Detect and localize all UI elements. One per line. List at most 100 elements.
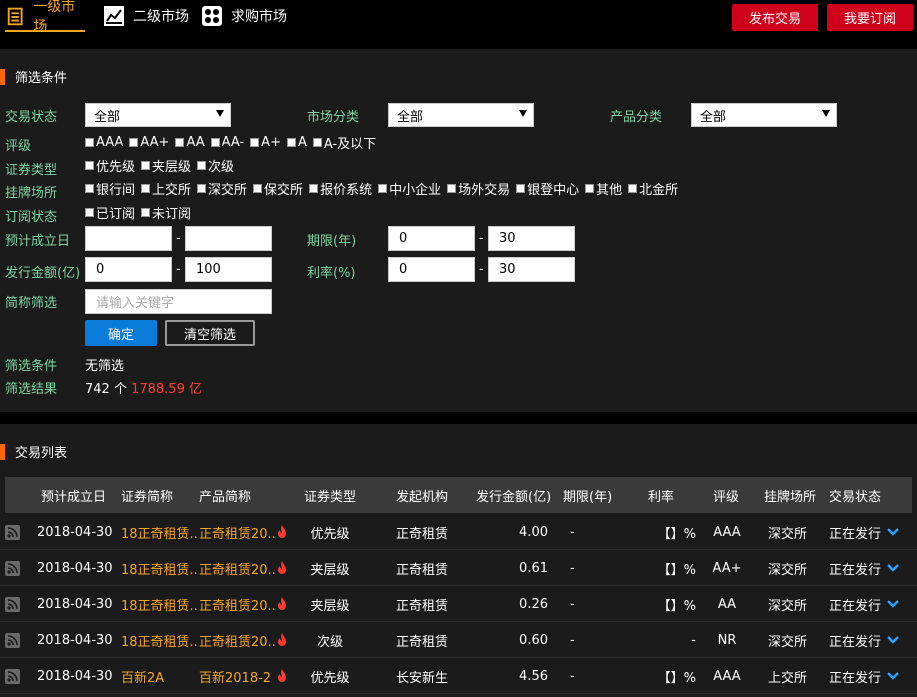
publish-trade-button[interactable]: 发布交易 bbox=[732, 4, 818, 31]
clear-filters-button[interactable]: 清空筛选 bbox=[165, 320, 255, 346]
market-category-select[interactable]: 全部 bbox=[388, 103, 534, 127]
confirm-button[interactable]: 确定 bbox=[85, 320, 157, 346]
col-header-product[interactable]: 产品简称 bbox=[199, 477, 251, 513]
checkbox[interactable] bbox=[85, 138, 94, 147]
checkbox[interactable] bbox=[286, 138, 296, 147]
amount-label: 发行金额(亿) bbox=[5, 266, 81, 281]
cell-security[interactable]: 18正奇租赁... bbox=[121, 514, 199, 550]
rss-icon[interactable] bbox=[5, 561, 20, 576]
checkbox[interactable] bbox=[85, 161, 94, 170]
checkbox[interactable] bbox=[197, 161, 207, 170]
cell-product[interactable]: 正奇租赁20... bbox=[199, 550, 275, 586]
venue-option[interactable]: 银登中心 bbox=[516, 179, 579, 198]
table-row[interactable]: 2018-04-30 18正奇租赁... 正奇租赁20... 夹层级 正奇租赁 0.26 -… bbox=[0, 586, 917, 622]
checkbox[interactable] bbox=[141, 161, 151, 170]
table-row[interactable]: 2018-04-30 百新2A 百新2018-2 优先级 长安新生 4.56 - 【】% AAA… bbox=[0, 658, 917, 694]
chevron-down-icon[interactable] bbox=[887, 526, 899, 541]
venue-option[interactable]: 北金所 bbox=[628, 179, 678, 198]
checkbox[interactable] bbox=[309, 184, 319, 193]
tab-purchase-market[interactable]: 求购市场 bbox=[201, 0, 287, 32]
col-header-amount[interactable]: 发行金额(亿) bbox=[476, 477, 551, 513]
checkbox[interactable] bbox=[197, 184, 207, 193]
term-from-input[interactable]: 0 bbox=[388, 226, 475, 251]
rating-option[interactable]: AA bbox=[175, 135, 205, 150]
rate-to-input[interactable]: 30 bbox=[488, 257, 575, 282]
col-header-rate[interactable]: 利率 bbox=[648, 477, 674, 513]
cell-product[interactable]: 正奇租赁20... bbox=[199, 622, 275, 658]
col-header-status[interactable]: 交易状态 bbox=[829, 477, 881, 513]
rate-from-input[interactable]: 0 bbox=[388, 257, 475, 282]
cell-security[interactable]: 18正奇租赁... bbox=[121, 550, 199, 586]
col-header-issuer[interactable]: 发起机构 bbox=[396, 477, 448, 513]
checkbox[interactable] bbox=[250, 138, 260, 147]
rss-icon[interactable] bbox=[5, 669, 20, 684]
chevron-down-icon[interactable] bbox=[887, 562, 899, 577]
checkbox[interactable] bbox=[129, 138, 139, 147]
checkbox[interactable] bbox=[85, 184, 94, 193]
rating-option[interactable]: AA+ bbox=[129, 135, 169, 150]
rss-icon[interactable] bbox=[5, 633, 20, 648]
rating-option[interactable]: A+ bbox=[250, 135, 281, 150]
checkbox[interactable] bbox=[378, 184, 388, 193]
venue-option[interactable]: 深交所 bbox=[197, 179, 247, 198]
venue-option[interactable]: 中小企业 bbox=[378, 179, 441, 198]
cell-product[interactable]: 正奇租赁20... bbox=[199, 514, 275, 550]
venue-option[interactable]: 保交所 bbox=[253, 179, 303, 198]
subscription-option[interactable]: 未订阅 bbox=[141, 203, 191, 222]
cell-product[interactable]: 正奇租赁20... bbox=[199, 586, 275, 622]
rss-icon[interactable] bbox=[5, 597, 20, 612]
expected-date-from-input[interactable] bbox=[85, 226, 172, 251]
chevron-down-icon[interactable] bbox=[887, 670, 899, 685]
amount-from-input[interactable]: 0 bbox=[85, 257, 172, 282]
checkbox[interactable] bbox=[516, 184, 526, 193]
security-type-option[interactable]: 夹层级 bbox=[141, 156, 191, 175]
amount-to-input[interactable]: 100 bbox=[185, 257, 272, 282]
cell-security[interactable]: 18正奇租赁... bbox=[121, 586, 199, 622]
expected-date-to-input[interactable] bbox=[185, 226, 272, 251]
checkbox[interactable] bbox=[585, 184, 595, 193]
rating-option[interactable]: A bbox=[286, 135, 307, 150]
rss-icon[interactable] bbox=[5, 525, 20, 540]
name-filter-input[interactable]: 请输入关键字 bbox=[85, 289, 272, 314]
product-category-select[interactable]: 全部 bbox=[691, 103, 837, 127]
checkbox[interactable] bbox=[447, 184, 457, 193]
venue-option[interactable]: 场外交易 bbox=[447, 179, 510, 198]
chevron-down-icon[interactable] bbox=[887, 634, 899, 649]
trade-status-select[interactable]: 全部 bbox=[85, 103, 231, 127]
rating-option[interactable]: AA- bbox=[210, 135, 244, 150]
venue-option[interactable]: 报价系统 bbox=[309, 179, 372, 198]
checkbox[interactable] bbox=[628, 184, 638, 193]
cell-security[interactable]: 18正奇租赁... bbox=[121, 622, 199, 658]
checkbox[interactable] bbox=[312, 138, 322, 147]
checkbox[interactable] bbox=[175, 138, 185, 147]
checkbox[interactable] bbox=[210, 138, 220, 147]
security-type-option[interactable]: 次级 bbox=[197, 156, 234, 175]
cell-security[interactable]: 百新2A bbox=[121, 658, 199, 694]
chevron-down-icon[interactable] bbox=[887, 598, 899, 613]
col-header-security[interactable]: 证券简称 bbox=[121, 477, 173, 513]
venue-option[interactable]: 银行间 bbox=[85, 179, 135, 198]
col-header-date[interactable]: 预计成立日 bbox=[41, 477, 106, 513]
subscription-option[interactable]: 已订阅 bbox=[85, 203, 135, 222]
tab-secondary-market[interactable]: 二级市场 bbox=[103, 0, 189, 32]
term-to-input[interactable]: 30 bbox=[488, 226, 575, 251]
checkbox[interactable] bbox=[141, 208, 151, 217]
table-row[interactable]: 2018-04-30 18正奇租赁... 正奇租赁20... 优先级 正奇租赁 4.00 -… bbox=[0, 514, 917, 550]
security-type-option[interactable]: 优先级 bbox=[85, 156, 135, 175]
col-header-rating[interactable]: 评级 bbox=[713, 477, 739, 513]
cell-product[interactable]: 百新2018-2 bbox=[199, 658, 275, 694]
checkbox[interactable] bbox=[253, 184, 263, 193]
table-row[interactable]: 2018-04-30 18正奇租赁... 正奇租赁20... 夹层级 正奇租赁 0.61 -… bbox=[0, 550, 917, 586]
col-header-term[interactable]: 期限(年) bbox=[563, 477, 612, 513]
venue-option[interactable]: 其他 bbox=[585, 179, 622, 198]
venue-option[interactable]: 上交所 bbox=[141, 179, 191, 198]
checkbox[interactable] bbox=[85, 208, 94, 217]
tab-primary-market[interactable]: 一级市场 bbox=[5, 0, 85, 35]
col-header-venue[interactable]: 挂牌场所 bbox=[764, 477, 816, 513]
rating-option[interactable]: A-及以下 bbox=[312, 133, 376, 152]
table-row[interactable]: 2018-04-30 18正奇租赁... 正奇租赁20... 次级 正奇租赁 0.60 - -… bbox=[0, 622, 917, 658]
rating-option[interactable]: AAA bbox=[85, 135, 123, 150]
col-header-type[interactable]: 证券类型 bbox=[304, 477, 356, 513]
checkbox[interactable] bbox=[141, 184, 151, 193]
subscribe-button[interactable]: 我要订阅 bbox=[827, 4, 913, 31]
